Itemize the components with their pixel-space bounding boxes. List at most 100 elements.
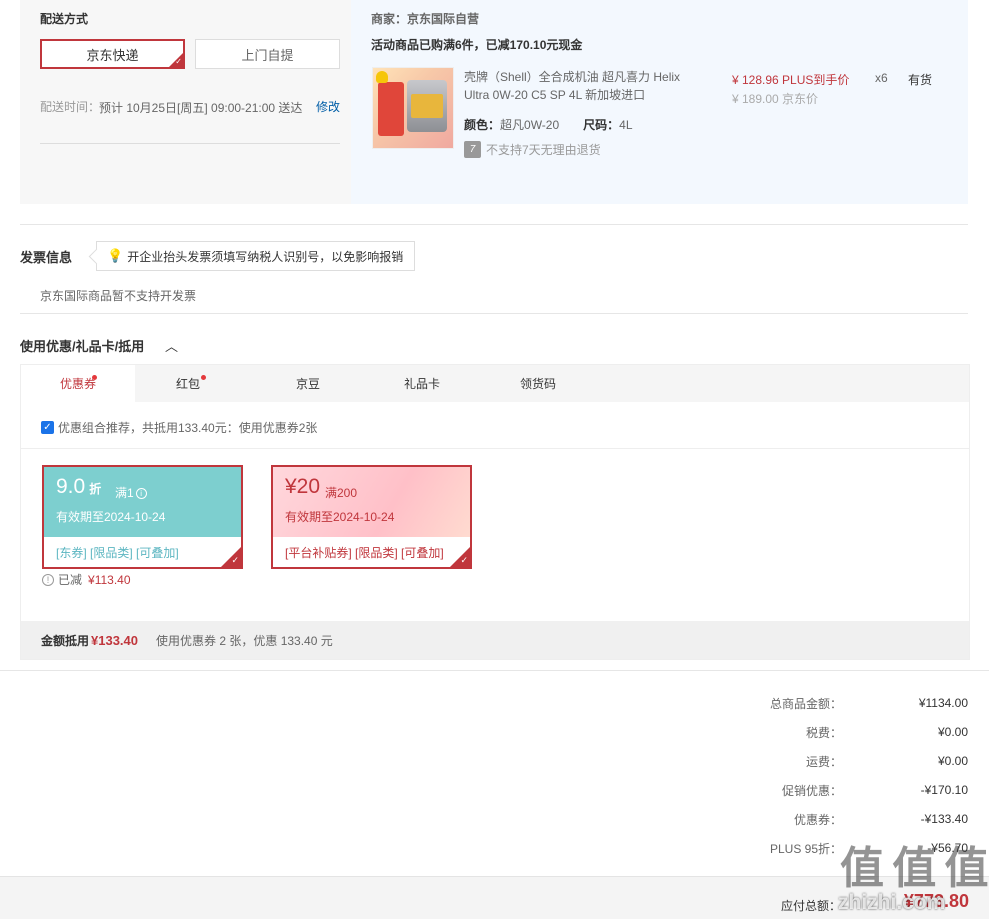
combo-checkbox[interactable]: ✓ bbox=[41, 421, 54, 434]
coupon-condition: 满1 i bbox=[115, 484, 147, 501]
coupon-condition-text: 满1 bbox=[115, 486, 134, 500]
plus-price: ¥ 128.96 PLUS到手价 bbox=[732, 73, 850, 87]
color-value: 超凡0W-20 bbox=[500, 118, 560, 132]
pickup-label: 上门自提 bbox=[241, 47, 294, 63]
coupon-panel: 优惠券 红包 京豆 礼品卡 领货码 ✓ 优惠组合推荐，共抵用133.40元：使用… bbox=[20, 364, 970, 660]
coupon-amount: ¥20 bbox=[285, 475, 320, 499]
coupon-condition: 满200 bbox=[325, 486, 358, 500]
pickup-option[interactable]: 上门自提 bbox=[195, 39, 340, 69]
promo-line: 活动商品已购满6件，已减170.10元现金 bbox=[371, 38, 583, 52]
deduct-summary-bar: 金额抵用 ¥133.40 使用优惠券 2 张，优惠 133.40 元 bbox=[21, 621, 969, 659]
tab-red-packet[interactable]: 红包 bbox=[135, 365, 241, 402]
summary-row: 税费： ¥0.00 bbox=[700, 722, 968, 742]
coupon-top: ¥20 满200 有效期至2024-10-24 bbox=[273, 467, 470, 537]
watermark-logo: 值 值 值 bbox=[840, 844, 988, 893]
tab-redeem-code[interactable]: 领货码 bbox=[483, 365, 593, 402]
coupon-tags: [东券] [限品类] [可叠加] bbox=[56, 546, 179, 560]
no-return-icon: 7 bbox=[464, 141, 481, 158]
section-divider bbox=[20, 313, 968, 314]
tab-label: 红包 bbox=[175, 377, 200, 391]
product-name[interactable]: 壳牌（Shell）全合成机油 超凡喜力 Helix Ultra 0W-20 C5… bbox=[464, 68, 704, 104]
summary-row: 运费： ¥0.00 bbox=[700, 751, 968, 771]
tab-gift-card[interactable]: 礼品卡 bbox=[367, 365, 477, 402]
summary-label: 税费： bbox=[805, 725, 842, 740]
tab-jd-beans[interactable]: 京豆 bbox=[253, 365, 363, 402]
jd-express-label: 京东快递 bbox=[86, 47, 139, 63]
summary-row: 优惠券： -¥133.40 bbox=[700, 809, 968, 829]
coupons-title: 使用优惠/礼品卡/抵用 bbox=[20, 339, 145, 354]
combo-text: 优惠组合推荐，共抵用133.40元：使用优惠券2张 bbox=[58, 421, 318, 435]
tab-label: 优惠券 bbox=[59, 377, 96, 391]
new-dot-icon bbox=[92, 375, 97, 380]
delivery-section: 配送方式 京东快递 ✓ 上门自提 配送时间： 预计 10月25日[周五] 09:… bbox=[20, 0, 351, 204]
coupon-card-discount[interactable]: 9.0 折 满1 i 有效期至2024-10-24 [东券] [限品类] [可叠加]… bbox=[42, 465, 243, 569]
reduced-value: ¥113.40 bbox=[88, 572, 131, 587]
jd-price: ¥ 189.00 京东价 bbox=[732, 92, 819, 106]
invoice-note: 京东国际商品暂不支持开发票 bbox=[40, 289, 197, 303]
modify-link[interactable]: 修改 bbox=[316, 98, 340, 115]
invoice-title: 发票信息 bbox=[20, 250, 73, 265]
delivery-time-value: 预计 10月25日[周五] 09:00-21:00 送达 bbox=[99, 101, 303, 115]
delivery-divider bbox=[40, 143, 340, 144]
check-icon: ✓ bbox=[231, 555, 239, 565]
summary-label: 促销优惠： bbox=[781, 783, 842, 798]
shell-logo-icon bbox=[376, 71, 388, 83]
combo-recommendation: ✓ 优惠组合推荐，共抵用133.40元：使用优惠券2张 bbox=[41, 419, 317, 436]
no-return-notice: 7 不支持7天无理由退货 bbox=[464, 141, 601, 158]
new-dot-icon bbox=[201, 375, 206, 380]
reduced-amount: ! 已减 ¥113.40 bbox=[42, 571, 131, 588]
coupon-top: 9.0 折 满1 i 有效期至2024-10-24 bbox=[44, 467, 241, 537]
summary-label: PLUS 95折： bbox=[769, 841, 842, 856]
summary-value: ¥1134.00 bbox=[918, 696, 968, 710]
no-return-text: 不支持7天无理由退货 bbox=[486, 143, 601, 157]
oil-can-label-graphic bbox=[411, 94, 443, 118]
delivery-title: 配送方式 bbox=[40, 12, 89, 26]
summary-label: 优惠券： bbox=[793, 812, 842, 827]
deduct-value: ¥133.40 bbox=[91, 632, 139, 648]
shipping-panel: 配送方式 京东快递 ✓ 上门自提 配送时间： 预计 10月25日[周五] 09:… bbox=[20, 0, 968, 204]
info-icon[interactable]: i bbox=[135, 488, 147, 500]
tab-coupons[interactable]: 优惠券 bbox=[21, 365, 135, 402]
merchant-label: 商家： bbox=[371, 12, 408, 26]
coupon-bottom: [东券] [限品类] [可叠加] bbox=[44, 537, 241, 567]
summary-value: -¥170.10 bbox=[920, 783, 968, 797]
coupon-amount-unit: 折 bbox=[89, 482, 102, 496]
summary-value: ¥0.00 bbox=[937, 754, 968, 768]
chevron-up-icon[interactable]: ︿ bbox=[165, 336, 178, 355]
tab-label: 礼品卡 bbox=[403, 377, 440, 391]
summary-value: ¥0.00 bbox=[937, 725, 968, 739]
summary-row: 总商品金额： ¥1134.00 bbox=[700, 693, 968, 713]
merchant: 商家：京东国际自营 bbox=[371, 10, 479, 27]
check-icon: ✓ bbox=[460, 555, 468, 565]
tab-label: 京豆 bbox=[295, 377, 320, 391]
coupon-card-platform[interactable]: ¥20 满200 有效期至2024-10-24 [平台补贴券] [限品类] [可… bbox=[271, 465, 472, 569]
coupon-validity: 有效期至2024-10-24 bbox=[285, 510, 395, 524]
merchant-name: 京东国际自营 bbox=[407, 12, 480, 26]
coupon-amount: 9.0 折 bbox=[56, 475, 101, 499]
lightbulb-icon: 💡 bbox=[107, 248, 124, 263]
jd-express-option[interactable]: 京东快递 ✓ bbox=[40, 39, 185, 69]
promo-tag-graphic bbox=[378, 82, 404, 136]
quantity: x6 bbox=[875, 71, 888, 85]
combo-divider bbox=[21, 448, 969, 449]
warning-icon: ! bbox=[42, 573, 54, 586]
section-divider bbox=[20, 224, 968, 225]
tab-label: 领货码 bbox=[519, 377, 556, 391]
summary-row: 促销优惠： -¥170.10 bbox=[700, 780, 968, 800]
deduct-label: 金额抵用 bbox=[41, 633, 90, 648]
coupon-amount-value: ¥20 bbox=[285, 475, 321, 498]
deduct-description: 使用优惠券 2 张，优惠 133.40 元 bbox=[156, 633, 333, 648]
summary-divider bbox=[0, 670, 989, 671]
watermark-text: zhizhi.com bbox=[838, 891, 946, 914]
product-image[interactable] bbox=[372, 67, 454, 149]
color-label: 颜色： bbox=[464, 118, 501, 132]
product-attributes: 颜色：超凡0W-20 尺码：4L bbox=[464, 116, 657, 133]
reduced-label: 已减 bbox=[58, 573, 83, 587]
coupon-amount-value: 9.0 bbox=[56, 475, 86, 498]
coupon-validity: 有效期至2024-10-24 bbox=[56, 510, 166, 524]
invoice-tip-text: 开企业抬头发票须填写纳税人识别号，以免影响报销 bbox=[127, 249, 404, 264]
invoice-tip: 💡 开企业抬头发票须填写纳税人识别号，以免影响报销 bbox=[96, 241, 416, 271]
delivery-time-label: 配送时间： bbox=[40, 100, 101, 114]
summary-label: 运费： bbox=[805, 754, 842, 769]
size-label: 尺码： bbox=[583, 118, 620, 132]
